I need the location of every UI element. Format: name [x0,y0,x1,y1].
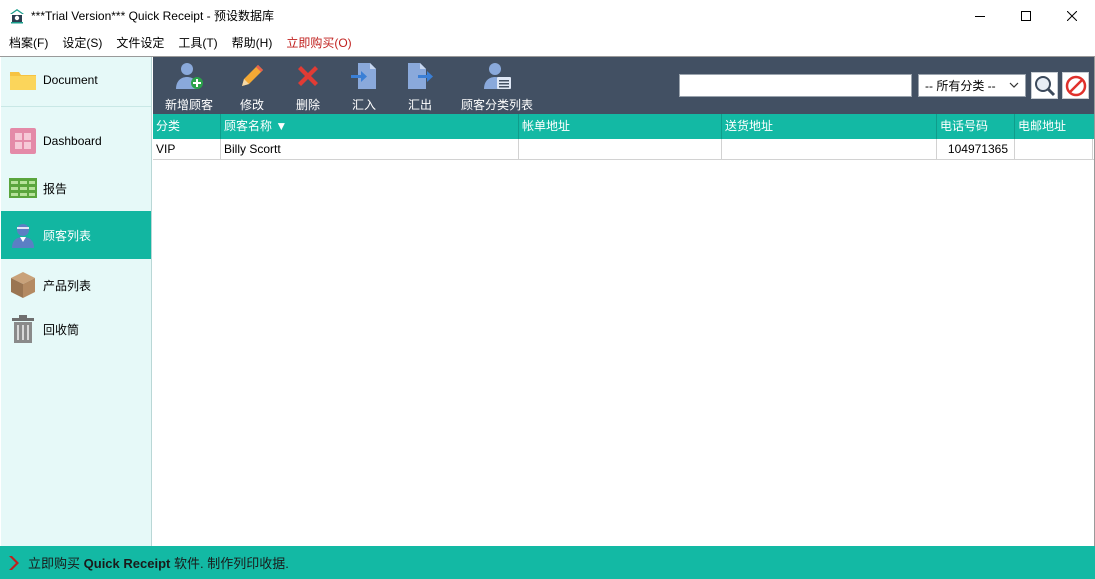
sidebar-divider [1,106,151,107]
report-icon [9,174,37,202]
status-message: 立即购买 Quick Receipt 软件. 制作列印收据. [28,553,289,572]
column-header-phone[interactable]: 电话号码 [937,114,1015,139]
sidebar: Document Dashboard 报告 顾客列表 产品列表 回收筒 [1,57,152,546]
sidebar-item-label: Document [43,73,98,87]
sidebar-item-recycle-bin[interactable]: 回收筒 [1,311,151,347]
status-bar[interactable]: 立即购买 Quick Receipt 软件. 制作列印收据. [0,546,1095,579]
toolbar-button-label: 删除 [295,98,320,112]
column-header-customer-name[interactable]: 顾客名称 ▼ [221,114,519,139]
menu-help[interactable]: 帮助(H) [225,31,280,55]
title-bar: ***Trial Version*** Quick Receipt - 预设数据… [0,0,1095,31]
toolbar-button-label: 顾客分类列表 [460,98,533,112]
cell-category[interactable]: VIP [153,139,221,159]
product-box-icon [9,271,37,299]
close-button[interactable] [1049,0,1095,31]
status-prefix: 立即购买 [28,556,81,571]
sidebar-item-label: 报告 [43,181,68,196]
customer-category-icon [480,59,514,93]
sidebar-item-label: Dashboard [43,134,102,148]
status-suffix: 软件. 制作列印收据. [173,556,289,571]
import-button[interactable]: 汇入 [344,59,384,113]
customer-icon [9,221,37,249]
menu-settings[interactable]: 设定(S) [55,31,109,55]
table-header: 分类 顾客名称 ▼ 帐单地址 送货地址 电话号码 电邮地址 [153,114,1094,139]
import-icon [347,59,381,93]
cell-phone[interactable]: 104971365 [937,139,1015,159]
menu-buy-now[interactable]: 立即购买(O) [279,31,358,55]
pencil-icon [235,59,269,93]
toolbar-button-label: 汇入 [351,98,376,112]
menu-file[interactable]: 档案(F) [2,31,55,55]
cell-customer-name[interactable]: Billy Scortt [221,139,519,159]
customer-category-button[interactable]: 顾客分类列表 [457,59,537,113]
export-icon [403,59,437,93]
sidebar-item-report[interactable]: 报告 [1,169,151,207]
window-title: ***Trial Version*** Quick Receipt - 预设数据… [31,9,274,23]
maximize-icon [1021,10,1031,21]
app-logo-icon [9,8,25,24]
chevron-down-icon [1009,82,1019,88]
window-controls [957,0,1095,31]
column-header-billing-address[interactable]: 帐单地址 [519,114,722,139]
column-header-email[interactable]: 电邮地址 [1015,114,1094,139]
cell-billing-address[interactable] [519,139,722,159]
sidebar-item-dashboard[interactable]: Dashboard [1,121,151,161]
menu-document-settings[interactable]: 文件设定 [109,31,171,55]
table-row[interactable]: VIP Billy Scortt 104971365 [153,139,1094,160]
delete-button[interactable]: 删除 [288,59,328,113]
folder-icon [9,66,37,94]
dashboard-icon [9,127,37,155]
status-product-name: Quick Receipt [83,556,171,571]
search-icon [1034,75,1055,96]
cell-shipping-address[interactable] [722,139,937,159]
toolbar: 新增顾客 修改 删除 汇入 汇出 顾客分类列表 -- 所有分类 -- [153,57,1094,114]
search-input[interactable] [679,74,912,97]
sidebar-item-customers[interactable]: 顾客列表 [1,211,151,259]
export-button[interactable]: 汇出 [400,59,440,113]
cell-email[interactable] [1015,139,1093,159]
toolbar-button-label: 新增顾客 [164,98,213,112]
toolbar-button-label: 汇出 [407,98,432,112]
column-header-shipping-address[interactable]: 送货地址 [722,114,937,139]
sidebar-item-document[interactable]: Document [1,63,151,97]
trash-icon [9,315,37,343]
category-select[interactable]: -- 所有分类 -- [918,74,1026,97]
menu-tools[interactable]: 工具(T) [171,31,224,55]
maximize-button[interactable] [1003,0,1049,31]
toolbar-button-label: 修改 [239,98,264,112]
search-button[interactable] [1031,72,1058,99]
add-customer-button[interactable]: 新增顾客 [161,59,217,113]
add-customer-icon [172,59,206,93]
sidebar-item-label: 回收筒 [43,322,80,337]
sidebar-item-products[interactable]: 产品列表 [1,267,151,303]
minimize-button[interactable] [957,0,1003,31]
close-icon [1067,10,1077,21]
edit-button[interactable]: 修改 [232,59,272,113]
column-header-category[interactable]: 分类 [153,114,221,139]
menu-bar: 档案(F) 设定(S) 文件设定 工具(T) 帮助(H) 立即购买(O) [0,31,1095,55]
no-entry-icon [1065,75,1086,96]
clear-filter-button[interactable] [1062,72,1089,99]
sidebar-item-label: 顾客列表 [43,228,92,243]
sidebar-item-label: 产品列表 [43,278,92,293]
minimize-icon [975,15,985,17]
chevron-right-icon [8,555,20,571]
category-select-value: -- 所有分类 -- [925,79,996,93]
customer-table: 分类 顾客名称 ▼ 帐单地址 送货地址 电话号码 电邮地址 VIP Billy … [153,114,1094,546]
delete-x-icon [291,59,325,93]
